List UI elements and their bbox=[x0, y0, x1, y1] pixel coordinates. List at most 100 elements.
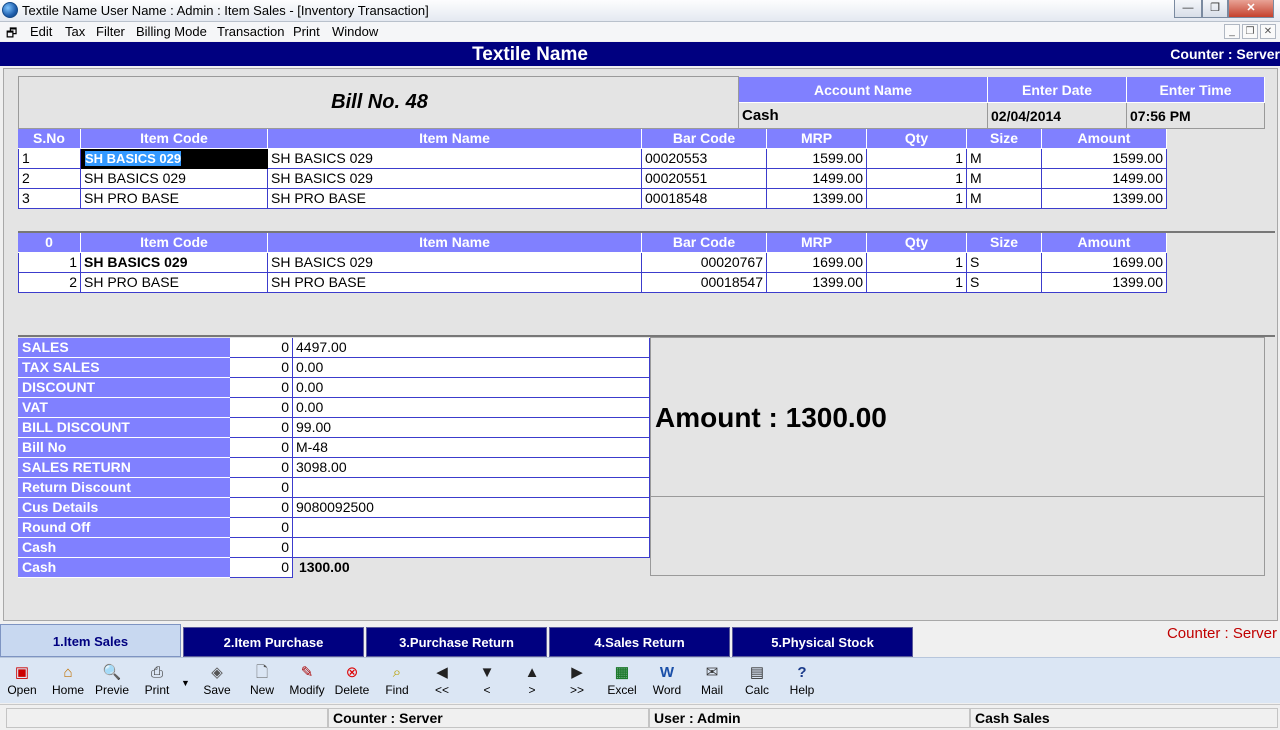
summary-label: BILL DISCOUNT bbox=[18, 418, 230, 438]
modify-button[interactable]: ✎ Modify bbox=[285, 664, 329, 697]
word-button[interactable]: W Word bbox=[645, 664, 689, 697]
qty-cell[interactable]: 1 bbox=[867, 253, 967, 273]
amount-cell[interactable]: 1699.00 bbox=[1042, 253, 1167, 273]
excel-button[interactable]: ▦ Excel bbox=[600, 664, 644, 697]
sales-return-value[interactable]: 3098.00 bbox=[293, 458, 650, 478]
home-button[interactable]: ⌂ Home bbox=[46, 664, 90, 697]
item-name-cell[interactable]: SH PRO BASE bbox=[268, 273, 642, 293]
enter-time-field[interactable]: 07:56 PM bbox=[1127, 103, 1265, 129]
size-cell[interactable]: S bbox=[967, 253, 1042, 273]
minimize-button[interactable]: — bbox=[1174, 0, 1202, 18]
size-cell[interactable]: M bbox=[967, 189, 1042, 209]
menu-tax[interactable]: Tax bbox=[65, 24, 85, 39]
size-cell[interactable]: S bbox=[967, 273, 1042, 293]
amount-cell[interactable]: 1399.00 bbox=[1042, 189, 1167, 209]
next-record-button[interactable]: ▲ > bbox=[510, 664, 554, 697]
table-row[interactable]: 2 bbox=[18, 169, 81, 189]
mdi-restore-button[interactable]: ❐ bbox=[1242, 24, 1258, 39]
col-bar-code-header: Bar Code bbox=[642, 129, 767, 149]
table-row[interactable]: 1 bbox=[18, 253, 81, 273]
bar-code-cell[interactable]: 00020551 bbox=[642, 169, 767, 189]
previous-record-button[interactable]: ▼ < bbox=[465, 664, 509, 697]
item-code-cell[interactable]: SH PRO BASE bbox=[81, 273, 268, 293]
bar-code-cell[interactable]: 00020767 bbox=[642, 253, 767, 273]
bill-no-value[interactable]: M-48 bbox=[293, 438, 650, 458]
bar-code-cell[interactable]: 00020553 bbox=[642, 149, 767, 169]
mrp-cell[interactable]: 1599.00 bbox=[767, 149, 867, 169]
size-cell[interactable]: M bbox=[967, 149, 1042, 169]
cash-total-value[interactable]: 1300.00 bbox=[293, 558, 650, 578]
calc-button[interactable]: ▤ Calc bbox=[735, 664, 779, 697]
status-user: User : Admin bbox=[649, 708, 970, 728]
enter-date-field[interactable]: 02/04/2014 bbox=[988, 103, 1127, 129]
menu-edit[interactable]: Edit bbox=[30, 24, 52, 39]
tab-physical-stock[interactable]: 5.Physical Stock bbox=[732, 627, 913, 657]
tab-item-purchase[interactable]: 2.Item Purchase bbox=[183, 627, 364, 657]
qty-cell[interactable]: 1 bbox=[867, 149, 967, 169]
summary-zero: 0 bbox=[230, 518, 293, 538]
bar-code-cell[interactable]: 00018547 bbox=[642, 273, 767, 293]
cash-value[interactable] bbox=[293, 538, 650, 558]
mrp-cell[interactable]: 1699.00 bbox=[767, 253, 867, 273]
find-button[interactable]: ⌕ Find bbox=[375, 664, 419, 697]
sales-value[interactable]: 4497.00 bbox=[293, 338, 650, 358]
menu-window[interactable]: Window bbox=[332, 24, 378, 39]
qty-cell[interactable]: 1 bbox=[867, 273, 967, 293]
vat-value[interactable]: 0.00 bbox=[293, 398, 650, 418]
item-name-cell[interactable]: SH PRO BASE bbox=[268, 189, 642, 209]
last-record-button[interactable]: ▶ >> bbox=[555, 664, 599, 697]
item-code-cell-selected[interactable]: SH BASICS 029 bbox=[81, 149, 268, 169]
tab-item-sales[interactable]: 1.Item Sales bbox=[0, 624, 181, 657]
bill-discount-value[interactable]: 99.00 bbox=[293, 418, 650, 438]
first-record-button[interactable]: ◀ << bbox=[420, 664, 464, 697]
help-button[interactable]: ? Help bbox=[780, 664, 824, 697]
amount-cell[interactable]: 1499.00 bbox=[1042, 169, 1167, 189]
tab-sales-return[interactable]: 4.Sales Return bbox=[549, 627, 730, 657]
print-button[interactable]: ⎙ Print bbox=[135, 664, 179, 697]
close-button[interactable]: ✕ bbox=[1228, 0, 1274, 18]
account-name-field[interactable]: Cash bbox=[739, 103, 988, 129]
item-name-cell[interactable]: SH BASICS 029 bbox=[268, 149, 642, 169]
item-name-cell[interactable]: SH BASICS 029 bbox=[268, 169, 642, 189]
round-off-value[interactable] bbox=[293, 518, 650, 538]
col-index-header: 0 bbox=[18, 233, 81, 253]
qty-cell[interactable]: 1 bbox=[867, 189, 967, 209]
amount-cell[interactable]: 1399.00 bbox=[1042, 273, 1167, 293]
table-row[interactable]: 1 bbox=[18, 149, 81, 169]
tax-sales-value[interactable]: 0.00 bbox=[293, 358, 650, 378]
amount-display: Amount : 1300.00 bbox=[655, 402, 887, 433]
menu-filter[interactable]: Filter bbox=[96, 24, 125, 39]
menu-billing-mode[interactable]: Billing Mode bbox=[136, 24, 207, 39]
selected-item-code[interactable]: SH BASICS 029 bbox=[85, 151, 182, 166]
item-name-cell[interactable]: SH BASICS 029 bbox=[268, 253, 642, 273]
save-button[interactable]: ◈ Save bbox=[195, 664, 239, 697]
amount-cell[interactable]: 1599.00 bbox=[1042, 149, 1167, 169]
item-code-cell[interactable]: SH BASICS 029 bbox=[81, 253, 268, 273]
item-code-cell[interactable]: SH BASICS 029 bbox=[81, 169, 268, 189]
bar-code-cell[interactable]: 00018548 bbox=[642, 189, 767, 209]
mrp-cell[interactable]: 1499.00 bbox=[767, 169, 867, 189]
return-discount-value[interactable] bbox=[293, 478, 650, 498]
menu-transaction[interactable]: Transaction bbox=[217, 24, 284, 39]
qty-cell[interactable]: 1 bbox=[867, 169, 967, 189]
mrp-cell[interactable]: 1399.00 bbox=[767, 189, 867, 209]
open-button[interactable]: ▣ Open bbox=[0, 664, 44, 697]
delete-button[interactable]: ⊗ Delete bbox=[330, 664, 374, 697]
discount-value[interactable]: 0.00 bbox=[293, 378, 650, 398]
table-row[interactable]: 2 bbox=[18, 273, 81, 293]
mdi-close-button[interactable]: ✕ bbox=[1260, 24, 1276, 39]
item-code-cell[interactable]: SH PRO BASE bbox=[81, 189, 268, 209]
col-item-code-header: Item Code bbox=[81, 233, 268, 253]
new-button[interactable]: 🗋 New bbox=[240, 664, 284, 697]
mdi-minimize-button[interactable]: _ bbox=[1224, 24, 1240, 39]
mrp-cell[interactable]: 1399.00 bbox=[767, 273, 867, 293]
tab-purchase-return[interactable]: 3.Purchase Return bbox=[366, 627, 547, 657]
menu-print[interactable]: Print bbox=[293, 24, 320, 39]
size-cell[interactable]: M bbox=[967, 169, 1042, 189]
preview-button[interactable]: 🔍 Previe bbox=[90, 664, 134, 697]
table-row[interactable]: 3 bbox=[18, 189, 81, 209]
print-dropdown-icon[interactable]: ▼ bbox=[181, 678, 190, 688]
maximize-button[interactable]: ❐ bbox=[1202, 0, 1228, 18]
mail-button[interactable]: ✉ Mail bbox=[690, 664, 734, 697]
cus-details-value[interactable]: 9080092500 bbox=[293, 498, 650, 518]
